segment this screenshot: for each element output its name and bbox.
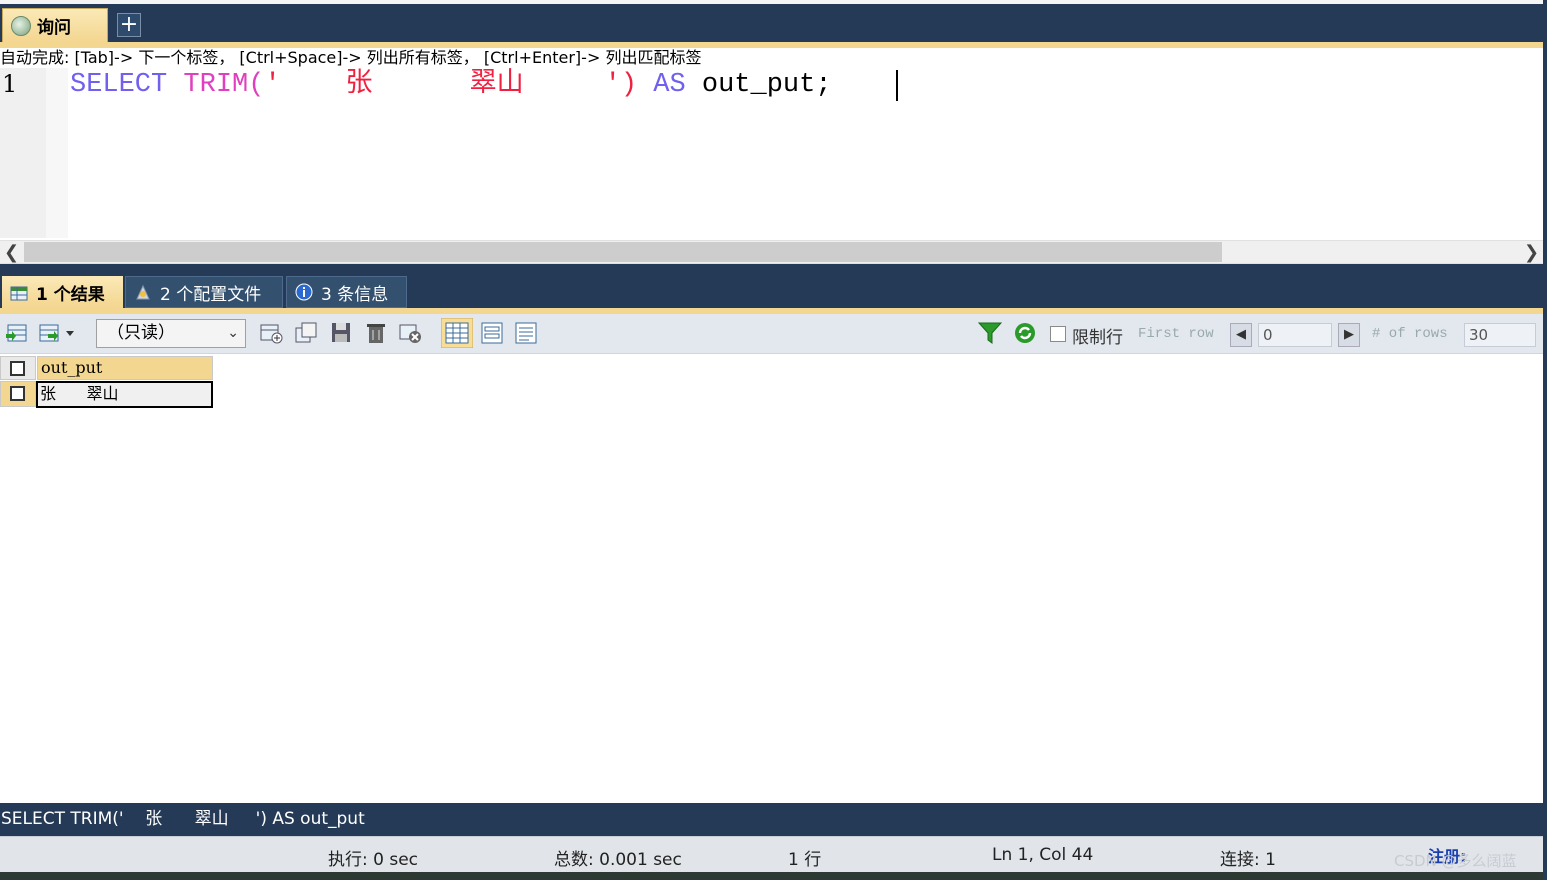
text-view-icon[interactable] — [513, 320, 539, 346]
text-caret — [896, 70, 898, 101]
tab-query-label: 询问 — [37, 18, 71, 38]
previous-page-button[interactable]: ◀ — [1230, 323, 1252, 347]
query-tab-bar — [0, 0, 1547, 42]
line-number: 1 — [2, 70, 18, 98]
first-row-label: First row — [1138, 326, 1214, 342]
tab-result[interactable]: 1 个结果 — [2, 276, 123, 308]
tab-messages[interactable]: 3 条信息 — [286, 276, 407, 308]
rows-count-input[interactable]: 30 — [1464, 323, 1536, 347]
chevron-left-icon[interactable]: ❮ — [4, 242, 19, 263]
row-checkbox[interactable] — [0, 381, 36, 407]
chevron-right-icon[interactable]: ❯ — [1524, 242, 1539, 263]
first-row-input[interactable]: 0 — [1258, 323, 1332, 347]
checkbox-box — [10, 386, 25, 401]
readonly-select-value: （只读） — [107, 323, 175, 343]
limit-rows-checkbox[interactable] — [1050, 326, 1066, 342]
connections-count: 连接: 1 — [1220, 850, 1276, 870]
code-paren-open: ( — [248, 70, 265, 100]
query-info-bar: SELECT TRIM(' 张 翠山 ') AS out_put — [0, 803, 1544, 836]
tab-messages-label: 3 条信息 — [321, 284, 389, 305]
tab-query[interactable]: 询问 — [2, 8, 108, 42]
column-header[interactable]: out_put — [37, 356, 213, 380]
profile-icon — [136, 284, 150, 300]
grid-view-icon[interactable] — [441, 318, 473, 348]
query-icon — [11, 15, 31, 36]
readonly-select[interactable]: （只读） ⌄ — [96, 319, 246, 348]
tab-profile[interactable]: 2 个配置文件 — [125, 276, 283, 308]
result-grid-icon — [10, 286, 28, 301]
watermark: CSDN @多么阔蓝 — [1394, 852, 1517, 870]
code-keyword-select: SELECT — [70, 70, 168, 100]
exec-time: 执行: 0 sec — [328, 850, 419, 870]
row-count: 1 行 — [788, 850, 822, 870]
select-all-checkbox[interactable] — [0, 356, 36, 380]
code-paren-close: ) — [620, 70, 638, 100]
code-string-literal: ' 张 翠山 ' — [264, 70, 621, 100]
table-cell[interactable]: 张 翠山 — [36, 381, 213, 408]
autocomplete-hint: 自动完成: [Tab]-> 下一个标签， [Ctrl+Space]-> 列出所有… — [0, 48, 1547, 68]
code-function-trim: TRIM — [183, 70, 249, 100]
chevron-down-icon: ⌄ — [227, 325, 239, 341]
next-page-button[interactable]: ▶ — [1338, 323, 1360, 347]
total-time: 总数: 0.001 sec — [554, 850, 682, 870]
add-tab-button[interactable]: + — [117, 13, 141, 37]
status-bar: 执行: 0 sec 总数: 0.001 sec 1 行 Ln 1, Col 44… — [0, 836, 1543, 872]
tab-result-label: 1 个结果 — [36, 284, 105, 305]
save-icon[interactable] — [328, 320, 354, 346]
rows-count-label: # of rows — [1372, 326, 1448, 342]
cursor-position: Ln 1, Col 44 — [992, 845, 1094, 865]
refresh-icon[interactable] — [1012, 320, 1038, 346]
code-alias: out_put; — [701, 70, 832, 100]
info-icon — [295, 283, 313, 301]
form-view-icon[interactable] — [479, 320, 505, 346]
export-icon[interactable] — [4, 320, 30, 346]
sql-editor[interactable]: SELECT TRIM(' 张 翠山 ') AS out_put; — [70, 68, 832, 102]
duplicate-row-icon[interactable] — [293, 320, 319, 346]
fold-gutter — [46, 68, 68, 238]
add-row-icon[interactable] — [258, 320, 284, 346]
limit-rows-label: 限制行 — [1072, 328, 1123, 348]
tab-profile-label: 2 个配置文件 — [160, 284, 262, 305]
results-tab-bar: 1 个结果 2 个配置文件 3 条信息 — [0, 264, 1543, 308]
delete-icon[interactable] — [363, 320, 389, 346]
import-dropdown-icon[interactable] — [38, 320, 78, 346]
code-keyword-as: AS — [653, 70, 686, 100]
checkbox-box — [10, 361, 25, 376]
window-border — [1543, 0, 1547, 880]
taskbar-strip — [0, 872, 1547, 880]
cancel-changes-icon[interactable] — [397, 320, 423, 346]
scrollbar-thumb[interactable] — [24, 242, 1222, 262]
filter-icon[interactable] — [977, 320, 1003, 346]
